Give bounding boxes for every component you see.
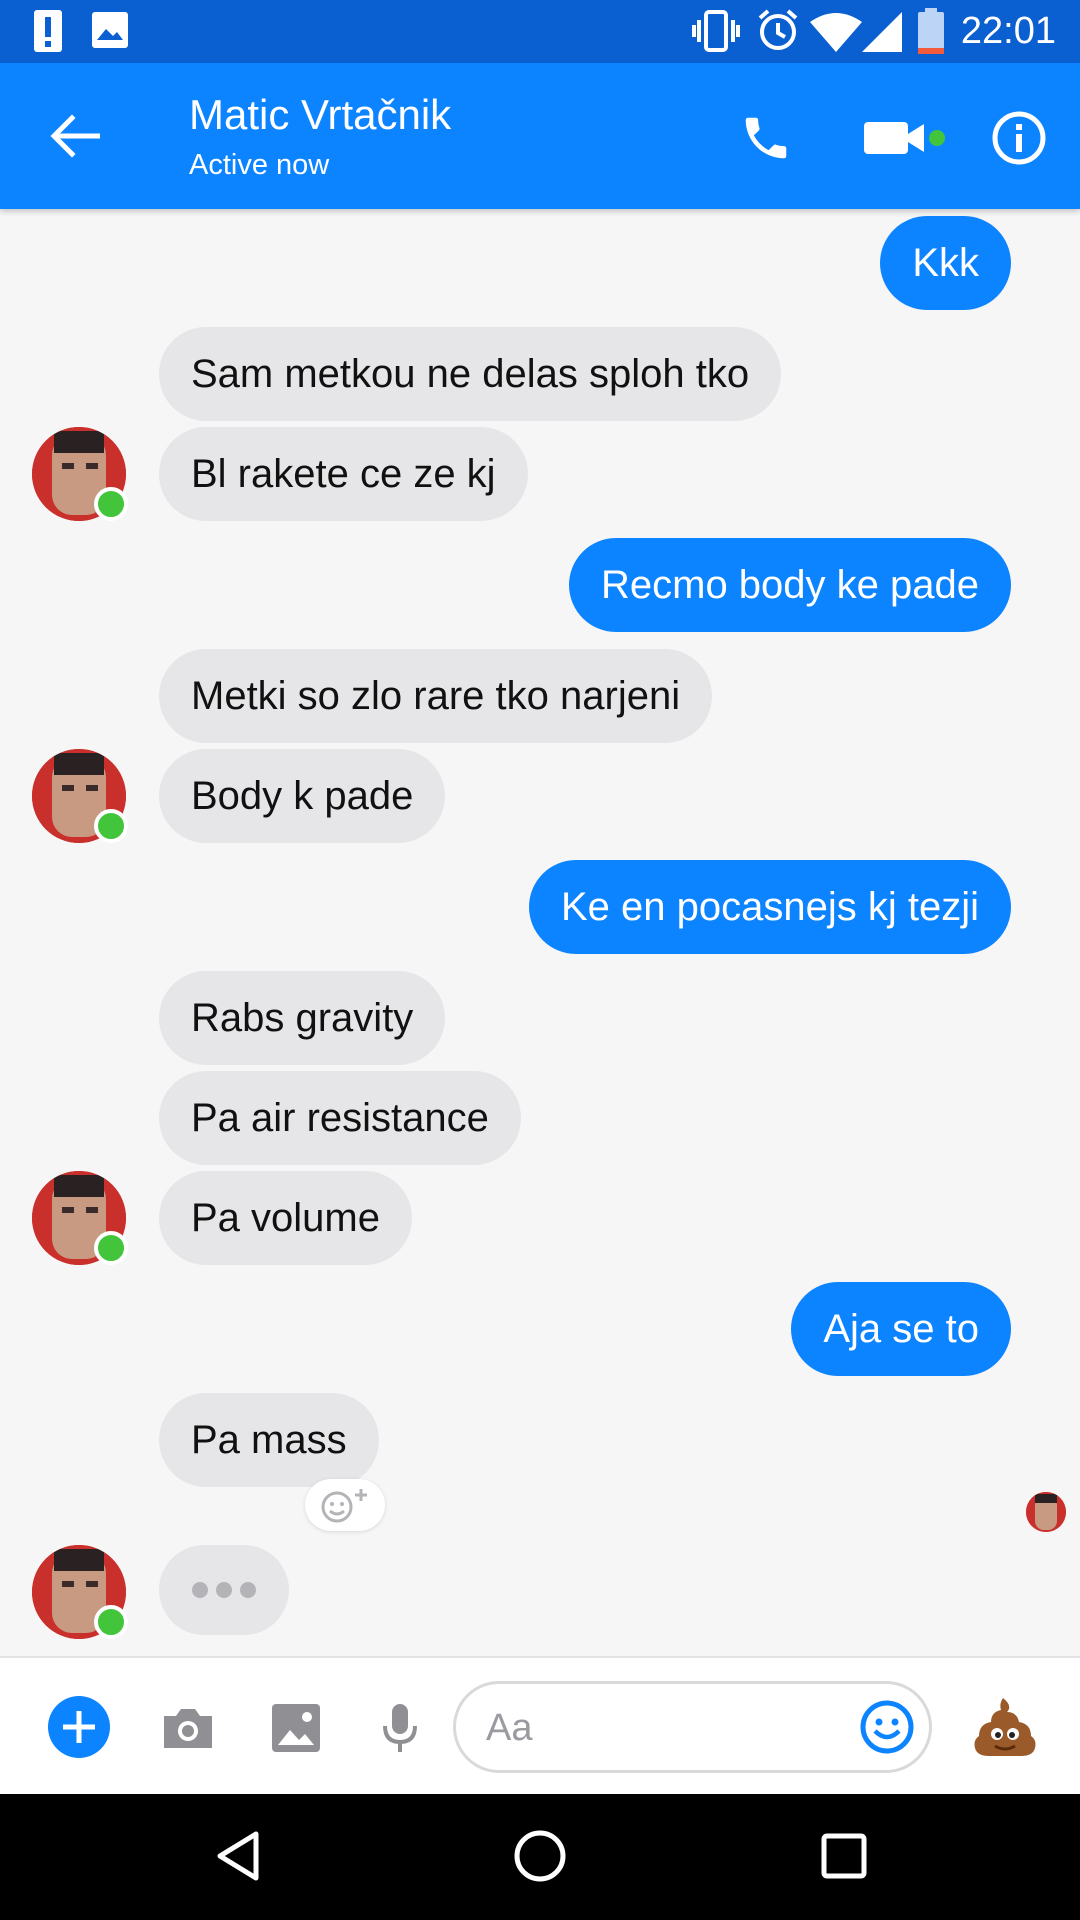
signal-icon <box>862 12 902 52</box>
poop-emoji-icon <box>974 1698 1036 1756</box>
incoming-message[interactable]: Sam metkou ne delas sploh tko <box>159 327 782 421</box>
wifi-icon <box>810 13 862 52</box>
typing-dot <box>216 1582 232 1598</box>
online-indicator <box>94 809 128 843</box>
voice-message-button[interactable] <box>370 1698 430 1758</box>
more-actions-button[interactable] <box>46 1694 112 1760</box>
typing-dot <box>240 1582 256 1598</box>
active-status: Active now <box>189 149 330 181</box>
camera-button[interactable] <box>158 1698 218 1758</box>
info-icon <box>992 111 1046 165</box>
emoji-icon <box>860 1700 914 1754</box>
online-indicator <box>94 1231 128 1265</box>
battery-icon <box>918 8 944 54</box>
outgoing-message[interactable]: Kkk <box>880 216 1011 310</box>
camera-icon <box>164 1709 212 1748</box>
avatar-image <box>1026 1492 1066 1532</box>
contact-avatar[interactable] <box>32 427 128 521</box>
message-input[interactable] <box>484 1684 838 1772</box>
alarm-icon <box>758 9 798 50</box>
home-nav-button[interactable] <box>510 1826 570 1886</box>
contact-avatar[interactable] <box>32 1171 128 1265</box>
incoming-message[interactable]: Pa volume <box>159 1171 412 1265</box>
image-icon <box>92 12 128 48</box>
outgoing-message[interactable]: Recmo body ke pade <box>568 538 1011 632</box>
vibrate-icon <box>692 10 740 52</box>
plus-icon <box>48 1696 110 1758</box>
typing-indicator <box>159 1545 289 1635</box>
online-indicator <box>94 487 128 521</box>
gallery-button[interactable] <box>266 1698 326 1758</box>
incoming-message[interactable]: Bl rakete ce ze kj <box>159 427 528 521</box>
incoming-message[interactable]: Metki so zlo rare tko narjeni <box>159 649 713 743</box>
add-reaction-button[interactable] <box>305 1479 385 1531</box>
online-indicator <box>94 1605 128 1639</box>
back-button[interactable] <box>40 106 110 166</box>
outgoing-message[interactable]: Aja se to <box>791 1282 1011 1376</box>
clock: 22:01 <box>960 10 1056 52</box>
emoji-button[interactable] <box>858 1698 916 1756</box>
back-arrow-icon <box>50 114 100 158</box>
info-button[interactable] <box>984 103 1054 173</box>
call-button[interactable] <box>728 103 804 173</box>
composer-bar <box>0 1656 1080 1796</box>
incoming-message[interactable]: Pa mass <box>159 1393 379 1487</box>
outgoing-message[interactable]: Ke en pocasnejs kj tezji <box>528 860 1011 954</box>
contact-avatar[interactable] <box>32 1545 128 1639</box>
gallery-icon <box>272 1704 320 1752</box>
typing-dot <box>192 1582 208 1598</box>
read-receipt-avatar <box>1026 1492 1066 1532</box>
contact-name[interactable]: Matic Vrtačnik <box>189 91 451 139</box>
video-camera-icon <box>864 122 945 154</box>
back-triangle-icon <box>217 1831 259 1881</box>
message-input-wrapper <box>453 1681 932 1773</box>
recents-nav-button[interactable] <box>814 1826 874 1886</box>
home-circle-icon <box>514 1830 566 1882</box>
back-nav-button[interactable] <box>208 1826 268 1886</box>
incoming-message[interactable]: Body k pade <box>159 749 446 843</box>
contact-avatar[interactable] <box>32 749 128 843</box>
message-list[interactable]: Kkk Sam metkou ne delas sploh tko Bl rak… <box>0 209 1080 1656</box>
system-navigation-bar <box>0 1794 1080 1920</box>
conversation-header: Matic Vrtačnik Active now <box>0 63 1080 209</box>
add-reaction-icon <box>321 1489 367 1523</box>
alert-icon <box>34 10 62 52</box>
status-bar: 22:01 <box>0 0 1080 63</box>
incoming-message[interactable]: Pa air resistance <box>159 1071 521 1165</box>
incoming-message[interactable]: Rabs gravity <box>159 971 446 1065</box>
video-call-button[interactable] <box>860 108 950 168</box>
recents-square-icon <box>821 1833 867 1879</box>
microphone-icon <box>383 1704 417 1752</box>
phone-icon <box>745 117 787 159</box>
send-emoji-button[interactable] <box>972 1694 1038 1760</box>
